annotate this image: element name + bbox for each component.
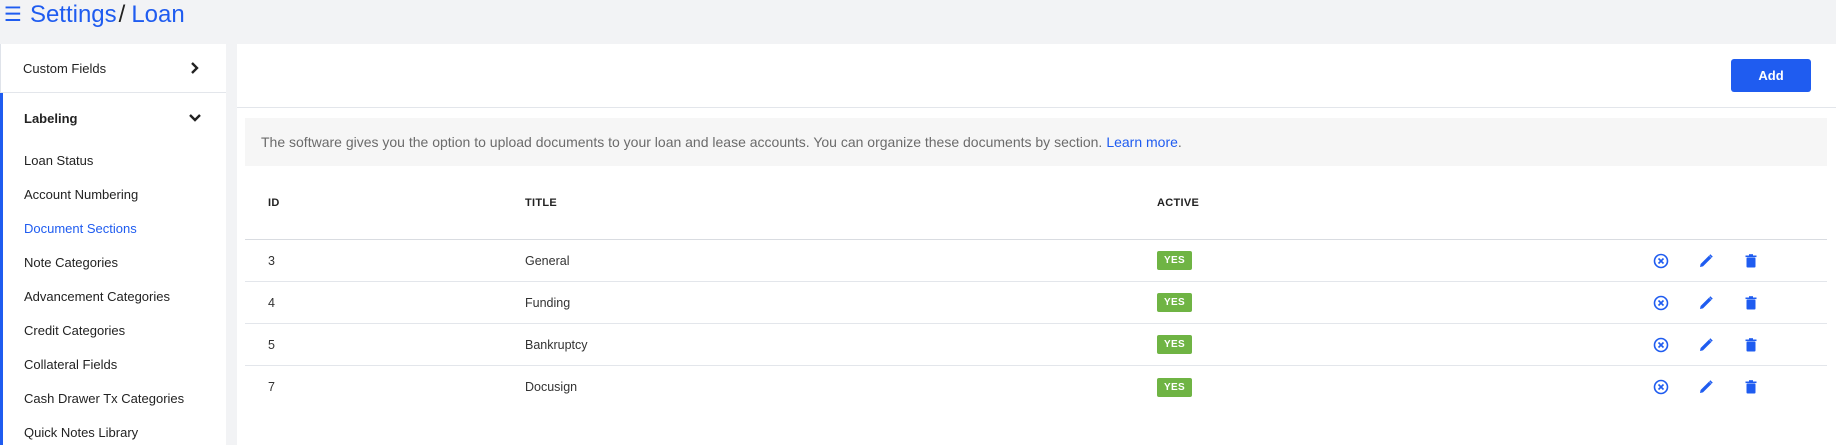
- sidebar-item-cash-drawer-tx-categories[interactable]: Cash Drawer Tx Categories: [3, 381, 226, 415]
- table-row: 7 Docusign YES: [245, 366, 1827, 408]
- sidebar-item-note-categories[interactable]: Note Categories: [3, 245, 226, 279]
- cell-title: Docusign: [525, 380, 578, 394]
- chevron-down-icon: [189, 114, 201, 122]
- delete-icon[interactable]: [1742, 378, 1760, 396]
- cell-id: 7: [268, 380, 275, 394]
- table-row: 4 Funding YES: [245, 282, 1827, 324]
- document-sections-table: ID TITLE ACTIVE 3 General YES 4 Funding YES 5 B…: [245, 166, 1827, 408]
- sidebar-item-collateral-fields[interactable]: Collateral Fields: [3, 347, 226, 381]
- cell-active: YES: [1157, 335, 1617, 354]
- sidebar-custom-fields-label: Custom Fields: [23, 60, 107, 76]
- edit-icon[interactable]: [1697, 294, 1715, 312]
- sidebar-custom-fields[interactable]: Custom Fields: [0, 44, 226, 93]
- hamburger-icon[interactable]: ☰: [4, 5, 22, 25]
- deactivate-icon[interactable]: [1652, 252, 1670, 270]
- add-button[interactable]: Add: [1731, 59, 1811, 92]
- sidebar-item-quick-notes-library[interactable]: Quick Notes Library: [3, 415, 226, 445]
- sidebar-item-account-numbering[interactable]: Account Numbering: [3, 177, 226, 211]
- row-actions: [1617, 294, 1827, 312]
- sidebar-item-document-sections[interactable]: Document Sections: [3, 211, 226, 245]
- cell-id: 5: [268, 337, 275, 352]
- sidebar-item-credit-categories[interactable]: Credit Categories: [3, 313, 226, 347]
- breadcrumb-separator: /: [118, 1, 126, 28]
- cell-id: 3: [268, 253, 275, 268]
- row-actions: [1617, 336, 1827, 354]
- cell-active: YES: [1157, 377, 1617, 397]
- sidebar-labeling-section: Labeling Loan Status Account Numbering Doc…: [0, 93, 226, 445]
- column-title: TITLE: [525, 196, 558, 209]
- info-text: The software gives you the option to upl…: [261, 134, 1103, 150]
- learn-more-link[interactable]: Learn more: [1106, 134, 1178, 150]
- column-active: ACTIVE: [1157, 196, 1200, 209]
- deactivate-icon[interactable]: [1652, 336, 1670, 354]
- sidebar-labeling-header[interactable]: Labeling: [3, 93, 226, 143]
- edit-icon[interactable]: [1697, 336, 1715, 354]
- table-row: 5 Bankruptcy YES: [245, 324, 1827, 366]
- row-actions: [1617, 378, 1827, 396]
- row-actions: [1617, 252, 1827, 270]
- active-badge: YES: [1157, 251, 1192, 270]
- breadcrumb-loan: Loan: [131, 1, 185, 28]
- column-id: ID: [268, 196, 280, 209]
- cell-id: 4: [268, 295, 275, 310]
- breadcrumb-settings[interactable]: Settings: [30, 1, 117, 29]
- top-bar: ☰ Settings / Loan: [0, 0, 1836, 30]
- cell-active: YES: [1157, 293, 1617, 312]
- deactivate-icon[interactable]: [1652, 294, 1670, 312]
- table-header: ID TITLE ACTIVE: [245, 166, 1827, 240]
- edit-icon[interactable]: [1697, 252, 1715, 270]
- delete-icon[interactable]: [1742, 252, 1760, 270]
- main-panel: Add The software gives you the option to…: [237, 44, 1836, 445]
- active-badge: YES: [1157, 293, 1192, 312]
- cell-title: General: [525, 253, 570, 268]
- info-period: .: [1177, 134, 1182, 150]
- sidebar: Custom Fields Labeling Loan Status Accoun…: [0, 44, 226, 445]
- delete-icon[interactable]: [1742, 294, 1760, 312]
- delete-icon[interactable]: [1742, 336, 1760, 354]
- chevron-right-icon: [191, 62, 199, 74]
- info-banner: The software gives you the option to upl…: [245, 118, 1827, 166]
- table-row: 3 General YES: [245, 240, 1827, 282]
- cell-title: Bankruptcy: [525, 337, 588, 352]
- cell-active: YES: [1157, 251, 1617, 270]
- sidebar-item-advancement-categories[interactable]: Advancement Categories: [3, 279, 226, 313]
- main-toolbar: Add: [237, 44, 1836, 108]
- sidebar-item-loan-status[interactable]: Loan Status: [3, 143, 226, 177]
- active-badge: YES: [1157, 335, 1192, 354]
- deactivate-icon[interactable]: [1652, 378, 1670, 396]
- active-badge: YES: [1157, 377, 1192, 397]
- sidebar-labeling-label: Labeling: [24, 110, 78, 126]
- cell-title: Funding: [525, 295, 571, 310]
- edit-icon[interactable]: [1697, 378, 1715, 396]
